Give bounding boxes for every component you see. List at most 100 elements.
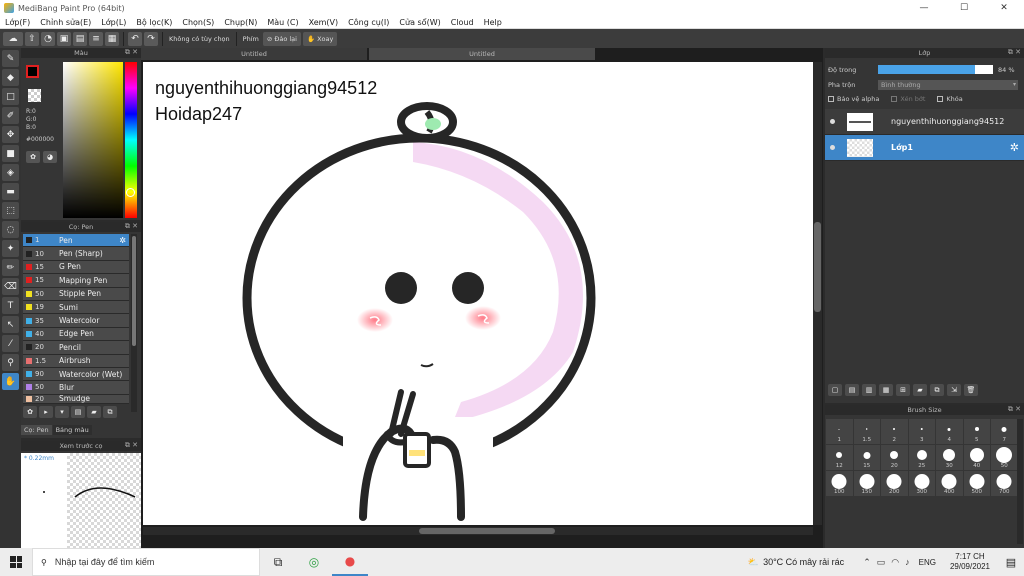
- brush-size-option[interactable]: 50: [991, 445, 1018, 470]
- lasso-tool-icon[interactable]: ◌: [2, 221, 19, 238]
- grid-icon[interactable]: ▦: [105, 31, 119, 46]
- brush-size-option[interactable]: 500: [963, 471, 990, 496]
- brush-size-option[interactable]: 700: [991, 471, 1018, 496]
- tab-document-1[interactable]: Untitled: [141, 48, 367, 60]
- text-tool-icon[interactable]: T: [2, 297, 19, 314]
- menu-select[interactable]: Chọn(S): [177, 18, 219, 27]
- brush-size-option[interactable]: 1.5: [853, 419, 880, 444]
- taskbar-search[interactable]: ⚲ Nhập tại đây để tìm kiếm: [32, 548, 260, 576]
- cloud-icon[interactable]: ☁: [3, 31, 23, 46]
- dot-tool-icon[interactable]: □: [2, 88, 19, 105]
- brush-list-scrollbar[interactable]: [131, 234, 137, 412]
- brush-size-option[interactable]: 40: [963, 445, 990, 470]
- visibility-icon[interactable]: [825, 145, 839, 150]
- rotate-button[interactable]: ✋ Xoay: [302, 31, 338, 46]
- brush-item[interactable]: 1 Pen ✲: [23, 234, 129, 248]
- brush-size-option[interactable]: 15: [853, 445, 880, 470]
- panel-controls-icon[interactable]: ⧉ ✕: [1008, 405, 1021, 414]
- pen-tool-icon[interactable]: ✐: [2, 107, 19, 124]
- brush-item[interactable]: 20 Smudge: [23, 394, 129, 404]
- brush-size-option[interactable]: 7: [991, 419, 1018, 444]
- brush-item[interactable]: 10 Pen (Sharp): [23, 247, 129, 261]
- brush-size-option[interactable]: 200: [881, 471, 908, 496]
- panel-controls-icon[interactable]: ⧉ ✕: [125, 222, 138, 231]
- chat-icon[interactable]: ◔: [41, 31, 55, 46]
- hue-slider-handle[interactable]: [126, 188, 135, 197]
- brush-size-option[interactable]: 400: [936, 471, 963, 496]
- brush-item[interactable]: 40 Edge Pen: [23, 327, 129, 342]
- redo-icon[interactable]: ↷: [144, 31, 158, 46]
- menu-help[interactable]: Help: [479, 18, 507, 27]
- folder-icon[interactable]: ▰: [913, 384, 927, 396]
- new-halftone-layer-icon[interactable]: ▤: [845, 384, 859, 396]
- network-icon[interactable]: ▭: [877, 557, 886, 568]
- blend-mode-select[interactable]: Bình thường ▾: [878, 79, 1018, 90]
- brush-item[interactable]: 90 Watercolor (Wet): [23, 367, 129, 382]
- panel-controls-icon[interactable]: ⧉ ✕: [1008, 48, 1021, 57]
- lock-checkbox[interactable]: Khóa: [937, 95, 963, 103]
- panel-controls-icon[interactable]: ⧉ ✕: [125, 48, 138, 57]
- reverse-button[interactable]: ⊘ Đảo lại: [262, 31, 301, 46]
- menu-snap[interactable]: Chụp(N): [219, 18, 262, 27]
- operation-tool-icon[interactable]: ↖: [2, 316, 19, 333]
- brush-size-option[interactable]: 5: [963, 419, 990, 444]
- weather-widget[interactable]: ⛅ 30°C Có mây rải rác: [748, 557, 844, 568]
- brush-size-option[interactable]: 20: [881, 445, 908, 470]
- brush-size-option[interactable]: 3: [908, 419, 935, 444]
- menu-tools[interactable]: Công cụ(I): [343, 18, 394, 27]
- brush-item[interactable]: 50 Blur: [23, 381, 129, 395]
- new-1bit-layer-icon[interactable]: ▦: [879, 384, 893, 396]
- layer-row[interactable]: Lớp1 ✲: [825, 135, 1024, 161]
- opacity-slider[interactable]: [878, 65, 993, 74]
- magic-wand-icon[interactable]: ✦: [2, 240, 19, 257]
- chevron-up-icon[interactable]: ⌃: [863, 557, 871, 568]
- brush-item[interactable]: 35 Watercolor: [23, 314, 129, 328]
- gear-icon[interactable]: ✲: [119, 236, 126, 245]
- fg-bg-swatches[interactable]: [26, 65, 46, 85]
- maximize-button[interactable]: ☐: [944, 0, 984, 16]
- delete-layer-icon[interactable]: 🗑: [964, 384, 978, 396]
- brush-size-scrollbar[interactable]: [1017, 419, 1023, 544]
- canvas-vertical-scrollbar[interactable]: [813, 62, 822, 525]
- language-indicator[interactable]: ENG: [919, 558, 936, 567]
- layer-row[interactable]: nguyenthihuonggiang94512: [825, 109, 1024, 135]
- visibility-icon[interactable]: [825, 119, 839, 124]
- brush-size-option[interactable]: 25: [908, 445, 935, 470]
- transparent-color-swatch[interactable]: [28, 89, 41, 102]
- protect-alpha-checkbox[interactable]: Bảo vệ alpha: [828, 95, 879, 103]
- select-tool-icon[interactable]: ⬚: [2, 202, 19, 219]
- brush-size-option[interactable]: 2: [881, 419, 908, 444]
- gear-icon[interactable]: ✲: [1010, 141, 1019, 154]
- saturation-value-picker[interactable]: [63, 62, 123, 218]
- brush-size-option[interactable]: 12: [826, 445, 853, 470]
- save-icon[interactable]: ▣: [57, 31, 71, 46]
- merge-layer-icon[interactable]: ⇲: [947, 384, 961, 396]
- select-pen-icon[interactable]: ✏: [2, 259, 19, 276]
- hand-tool-icon[interactable]: ✋: [2, 373, 19, 390]
- canvas-icon[interactable]: ▤: [73, 31, 87, 46]
- menu-layer[interactable]: Lớp(L): [96, 18, 131, 27]
- brush-item[interactable]: 15 Mapping Pen: [23, 274, 129, 288]
- new-8bit-layer-icon[interactable]: ▥: [862, 384, 876, 396]
- duplicate-layer-icon[interactable]: ⧉: [930, 384, 944, 396]
- add-layer-menu-icon[interactable]: ⊞: [896, 384, 910, 396]
- bucket-tool-icon[interactable]: ◈: [2, 164, 19, 181]
- menu-filter[interactable]: Bộ lọc(K): [131, 18, 177, 27]
- brush-menu-icon[interactable]: ▾: [55, 406, 69, 418]
- new-layer-icon[interactable]: ▢: [828, 384, 842, 396]
- drawing-canvas[interactable]: nguyenthihuonggiang94512 Hoidap247: [143, 62, 813, 525]
- minimize-button[interactable]: —: [904, 0, 944, 16]
- menu-cloud[interactable]: Cloud: [446, 18, 479, 27]
- brush-item[interactable]: 19 Sumi: [23, 300, 129, 315]
- brush-size-option[interactable]: 300: [908, 471, 935, 496]
- undo-icon[interactable]: ↶: [128, 31, 142, 46]
- eyedropper-tool-icon[interactable]: ⚲: [2, 354, 19, 371]
- menu-window[interactable]: Cửa sổ(W): [394, 18, 445, 27]
- color-picker-icon[interactable]: ◕: [43, 151, 57, 163]
- copy-brush-icon[interactable]: ▤: [71, 406, 85, 418]
- chrome-like-app-icon[interactable]: ◎: [296, 548, 332, 576]
- menu-edit[interactable]: Chỉnh sửa(E): [35, 18, 96, 27]
- gradient-tool-icon[interactable]: ▬: [2, 183, 19, 200]
- add-brush-icon[interactable]: ▸: [39, 406, 53, 418]
- panel-controls-icon[interactable]: ⧉ ✕: [125, 441, 138, 450]
